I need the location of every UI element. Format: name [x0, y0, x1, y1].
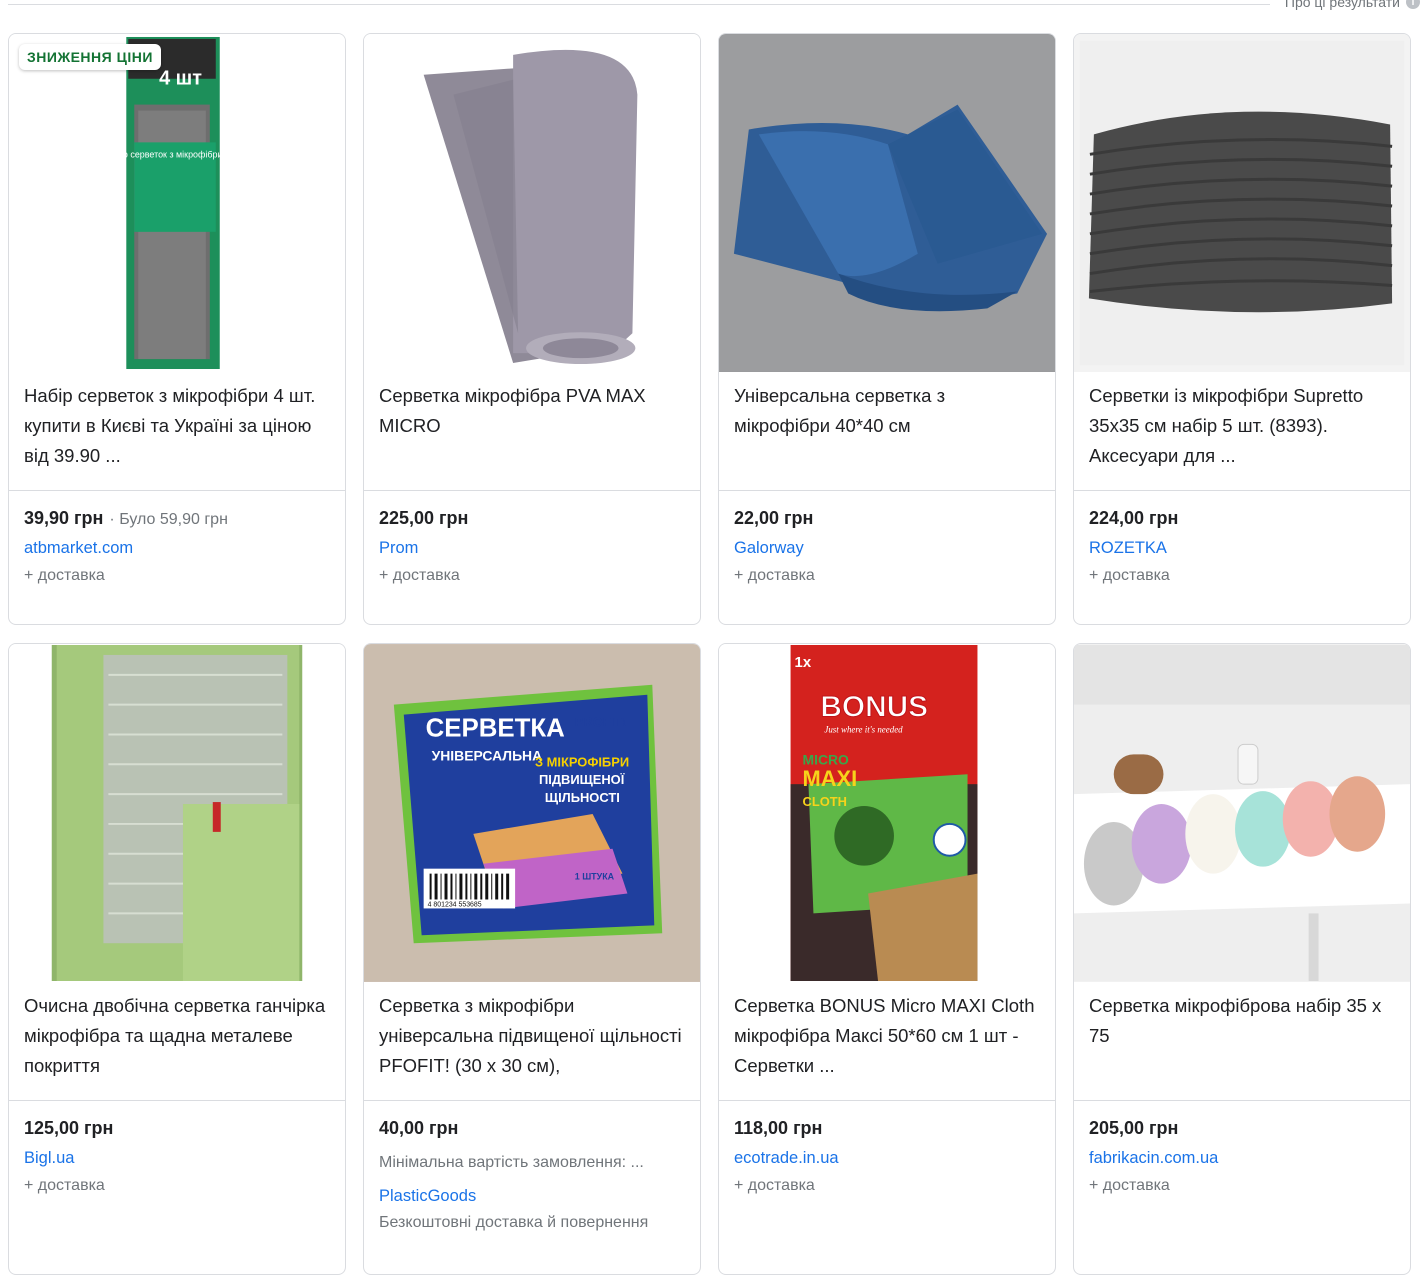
- store-link-4[interactable]: ROZETKA: [1089, 539, 1167, 558]
- p1-pack-label: Набір серветок з мікрофібри 4 шт: [104, 149, 243, 159]
- product-card-8[interactable]: Серветка мікрофіброва набір 35 х 75 205,…: [1073, 643, 1411, 1275]
- info-icon[interactable]: i: [1406, 0, 1420, 9]
- store-link-3[interactable]: Galorway: [734, 539, 804, 558]
- product-card-5[interactable]: Очисна двобічна серветка ганчірка мікроф…: [8, 643, 346, 1275]
- product-title-1[interactable]: Набір серветок з мікрофібри 4 шт. купити…: [24, 381, 330, 471]
- product-price-4: 224,00 грн: [1089, 508, 1179, 528]
- store-link-1[interactable]: atbmarket.com: [24, 539, 133, 558]
- product-title-3[interactable]: Універсальна серветка з мікрофібри 40*40…: [734, 381, 1040, 441]
- product-card-7[interactable]: 1x BONUS Just where it's needed MICRO MA…: [718, 643, 1056, 1275]
- product-image-7[interactable]: 1x BONUS Just where it's needed MICRO MA…: [719, 644, 1055, 982]
- old-price: · Було 59,90 грн: [109, 511, 228, 528]
- product-price-6: 40,00 грн: [379, 1118, 459, 1138]
- p6-title1: СЕРВЕТКА: [426, 714, 565, 742]
- product-title-7[interactable]: Серветка BONUS Micro MAXI Cloth мікрофіб…: [734, 991, 1040, 1081]
- p7-maxi: MAXI: [803, 766, 858, 791]
- product-title-8[interactable]: Серветка мікрофіброва набір 35 х 75: [1089, 991, 1395, 1051]
- product-price-3: 22,00 грн: [734, 508, 814, 528]
- store-link-5[interactable]: Bigl.ua: [24, 1149, 74, 1168]
- card-divider: [364, 490, 700, 491]
- p1-count-label: 4 шт: [159, 68, 202, 90]
- product-price-7: 118,00 грн: [734, 1118, 823, 1138]
- product-image-4[interactable]: [1074, 34, 1410, 372]
- p6-title2: УНІВЕРСАЛЬНА: [432, 747, 543, 763]
- product-title-5[interactable]: Очисна двобічна серветка ганчірка мікроф…: [24, 991, 330, 1081]
- card-divider: [364, 1100, 700, 1101]
- product-image-5[interactable]: [9, 644, 345, 982]
- product-title-4[interactable]: Серветки із мікрофібри Supretto 35x35 см…: [1089, 381, 1395, 471]
- product-image-2[interactable]: [364, 34, 700, 372]
- shipping-info-4: + доставка: [1089, 567, 1170, 584]
- product-card-3[interactable]: Універсальна серветка з мікрофібри 40*40…: [718, 33, 1056, 625]
- shipping-info-7: + доставка: [734, 1177, 815, 1194]
- product-price-5: 125,00 грн: [24, 1118, 114, 1138]
- product-card-2[interactable]: Серветка мікрофібра PVA MAX MICRO 225,00…: [363, 33, 701, 625]
- min-order-note: Мінімальна вартість замовлення: ...: [379, 1154, 644, 1171]
- p7-cloth: CLOTH: [803, 794, 847, 809]
- product-image-6[interactable]: СЕРВЕТКА УНІВЕРСАЛЬНА PROFIT! З МІКРОФІБ…: [364, 644, 700, 982]
- shipping-info-6: Безкоштовні доставка й повернення: [379, 1214, 649, 1231]
- product-title-6[interactable]: Серветка з мікрофібри універсальна підви…: [379, 991, 685, 1081]
- store-link-2[interactable]: Prom: [379, 539, 418, 558]
- about-results[interactable]: Про ці результати i: [1285, 0, 1420, 10]
- product-image-8[interactable]: [1074, 644, 1410, 982]
- store-link-7[interactable]: ecotrade.in.ua: [734, 1149, 839, 1168]
- shipping-info-8: + доставка: [1089, 1177, 1170, 1194]
- p7-brand: BONUS: [820, 691, 928, 724]
- p6-line1: З МІКРОФІБРИ: [535, 754, 629, 769]
- shipping-info-2: + доставка: [379, 567, 460, 584]
- product-card-1[interactable]: Набір серветок з мікрофібри 4 шт 4 шт ЗН…: [8, 33, 346, 625]
- p6-line2: ПІДВИЩЕНОЇ: [539, 772, 625, 787]
- store-link-8[interactable]: fabrikacin.com.ua: [1089, 1149, 1218, 1168]
- product-image-1[interactable]: Набір серветок з мікрофібри 4 шт 4 шт: [9, 34, 345, 372]
- price-drop-badge: ЗНИЖЕННЯ ЦІНИ: [19, 44, 161, 70]
- p7-qty: 1x: [795, 655, 812, 671]
- product-card-4[interactable]: Серветки із мікрофібри Supretto 35x35 см…: [1073, 33, 1411, 625]
- p6-barcode: 4 801234 553685: [428, 901, 482, 908]
- p7-slogan: Just where it's needed: [824, 724, 903, 734]
- store-link-6[interactable]: PlasticGoods: [379, 1187, 476, 1206]
- product-price-1: 39,90 грн · Було 59,90 грн: [24, 508, 228, 529]
- product-title-2[interactable]: Серветка мікрофібра PVA MAX MICRO: [379, 381, 685, 441]
- top-divider: [8, 4, 1270, 5]
- p7-micro: MICRO: [803, 751, 850, 767]
- p6-line3: ЩІЛЬНОСТІ: [545, 790, 620, 805]
- product-card-6[interactable]: СЕРВЕТКА УНІВЕРСАЛЬНА PROFIT! З МІКРОФІБ…: [363, 643, 701, 1275]
- card-divider: [1074, 1100, 1410, 1101]
- p6-qty: 1 ШТУКА: [575, 872, 615, 882]
- shipping-info-3: + доставка: [734, 567, 815, 584]
- card-divider: [1074, 490, 1410, 491]
- card-divider: [9, 1100, 345, 1101]
- card-divider: [719, 490, 1055, 491]
- price-value: 39,90 грн: [24, 508, 104, 528]
- p6-profit: PROFIT!: [575, 715, 627, 730]
- about-results-label: Про ці результати: [1284, 0, 1400, 10]
- card-divider: [9, 490, 345, 491]
- product-price-2: 225,00 грн: [379, 508, 469, 528]
- product-price-8: 205,00 грн: [1089, 1118, 1179, 1138]
- shipping-info-5: + доставка: [24, 1177, 105, 1194]
- product-image-3[interactable]: [719, 34, 1055, 372]
- shipping-info-1: + доставка: [24, 567, 105, 584]
- card-divider: [719, 1100, 1055, 1101]
